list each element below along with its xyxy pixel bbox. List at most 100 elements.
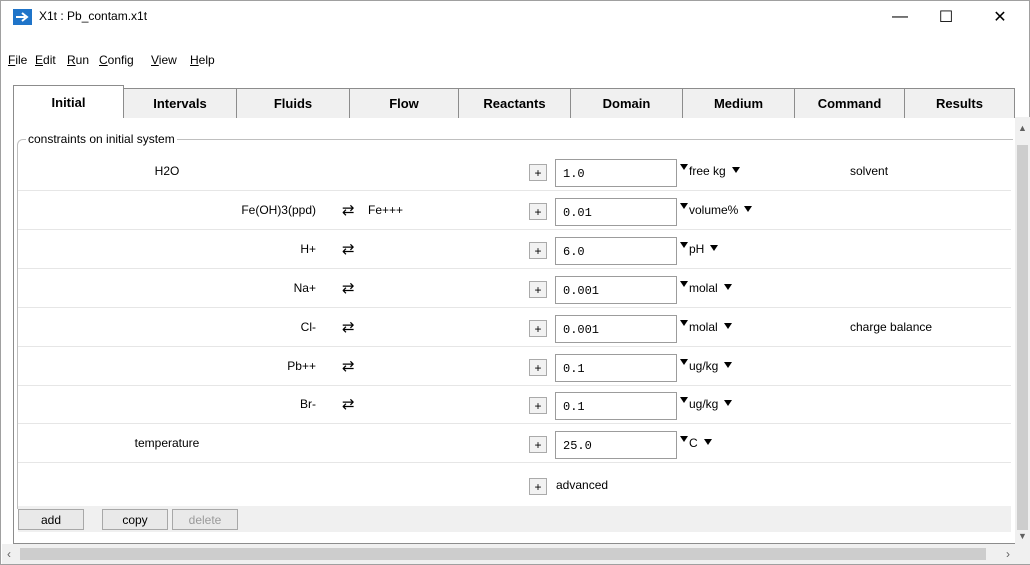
- component-name[interactable]: H+: [300, 242, 316, 256]
- scroll-right-icon[interactable]: ›: [1006, 547, 1010, 561]
- swap-icon[interactable]: ⇄: [342, 201, 355, 219]
- app-arrow-icon: [13, 9, 32, 25]
- chevron-down-icon: [723, 284, 732, 290]
- constraint-row: H+ ⇄ +6.0 pH: [18, 231, 1011, 269]
- chevron-down-icon: [710, 245, 719, 251]
- menu-item-edit[interactable]: Edit: [35, 53, 56, 67]
- swap-icon[interactable]: ⇄: [342, 318, 355, 336]
- component-name[interactable]: Na+: [294, 281, 316, 295]
- value-input[interactable]: 0.1: [555, 354, 677, 382]
- menu-item-config[interactable]: Config: [99, 53, 134, 67]
- value-input[interactable]: 0.001: [555, 276, 677, 304]
- component-name[interactable]: Fe(OH)3(ppd): [241, 203, 316, 217]
- tab-medium[interactable]: Medium: [682, 88, 795, 118]
- unit-label: molal: [689, 320, 718, 334]
- unit-dropdown[interactable]: ug/kg: [689, 397, 733, 411]
- menu-item-help[interactable]: Help: [190, 53, 215, 67]
- advanced-label: advanced: [556, 478, 609, 492]
- value-dropdown-icon[interactable]: [680, 242, 688, 248]
- component-name[interactable]: Br-: [300, 397, 316, 411]
- expand-button[interactable]: +: [529, 359, 547, 376]
- scroll-up-icon[interactable]: ▲: [1018, 123, 1027, 133]
- unit-dropdown[interactable]: ug/kg: [689, 359, 733, 373]
- unit-label: pH: [689, 242, 705, 256]
- component-name[interactable]: H2O: [18, 164, 316, 178]
- unit-dropdown[interactable]: molal: [689, 281, 732, 295]
- value-input[interactable]: 0.001: [555, 315, 677, 343]
- copy-button[interactable]: copy: [102, 509, 168, 530]
- value-dropdown-icon[interactable]: [680, 436, 688, 442]
- advanced-row: + advanced: [18, 467, 1011, 505]
- expand-button[interactable]: +: [529, 436, 547, 453]
- component-name[interactable]: temperature: [18, 436, 316, 450]
- tab-fluids[interactable]: Fluids: [236, 88, 350, 118]
- expand-button[interactable]: +: [529, 164, 547, 181]
- constraint-row: Br- ⇄ +0.1 ug/kg: [18, 386, 1011, 424]
- value-input[interactable]: 6.0: [555, 237, 677, 265]
- value-input[interactable]: 1.0: [555, 159, 677, 187]
- expand-button[interactable]: +: [529, 281, 547, 298]
- tab-flow[interactable]: Flow: [349, 88, 459, 118]
- tab-domain[interactable]: Domain: [570, 88, 683, 118]
- unit-label: volume%: [689, 203, 739, 217]
- tab-reactants[interactable]: Reactants: [458, 88, 571, 118]
- window-title: X1t : Pb_contam.x1t: [39, 9, 148, 23]
- swap-icon[interactable]: ⇄: [342, 357, 355, 375]
- scroll-left-icon[interactable]: ‹: [7, 547, 11, 561]
- chevron-down-icon: [723, 323, 732, 329]
- tab-command[interactable]: Command: [794, 88, 905, 118]
- value-input[interactable]: 0.1: [555, 392, 677, 420]
- component-name[interactable]: Cl-: [301, 320, 316, 334]
- constraint-row: H2O +1.0 free kg solvent: [18, 153, 1011, 191]
- tab-intervals[interactable]: Intervals: [123, 88, 237, 118]
- chevron-down-icon: [731, 167, 740, 173]
- expand-button[interactable]: +: [529, 397, 547, 414]
- component-name[interactable]: Pb++: [287, 359, 316, 373]
- unit-dropdown[interactable]: free kg: [689, 164, 740, 178]
- advanced-expand-button[interactable]: +: [529, 478, 547, 495]
- title-bar: X1t : Pb_contam.x1t — ☐ ✕: [1, 1, 1029, 32]
- value-dropdown-icon[interactable]: [680, 397, 688, 403]
- chevron-down-icon: [724, 362, 733, 368]
- expand-button[interactable]: +: [529, 242, 547, 259]
- swap-icon[interactable]: ⇄: [342, 279, 355, 297]
- swapped-species: Fe+++: [368, 203, 404, 217]
- value-input[interactable]: 0.01: [555, 198, 677, 226]
- value-dropdown-icon[interactable]: [680, 359, 688, 365]
- add-button[interactable]: add: [18, 509, 84, 530]
- swap-icon[interactable]: ⇄: [342, 395, 355, 413]
- unit-dropdown[interactable]: volume%: [689, 203, 753, 217]
- chevron-down-icon: [744, 206, 753, 212]
- unit-dropdown[interactable]: pH: [689, 242, 719, 256]
- value-dropdown-icon[interactable]: [680, 320, 688, 326]
- constraint-note: solvent: [850, 164, 889, 178]
- tab-results[interactable]: Results: [904, 88, 1015, 118]
- maximize-button[interactable]: ☐: [923, 1, 969, 32]
- vertical-scrollbar[interactable]: ▲ ▼: [1015, 117, 1030, 544]
- delete-button[interactable]: delete: [172, 509, 238, 530]
- unit-dropdown[interactable]: molal: [689, 320, 732, 334]
- menu-item-file[interactable]: File: [8, 53, 27, 67]
- value-dropdown-icon[interactable]: [680, 203, 688, 209]
- constraint-row: Pb++ ⇄ +0.1 ug/kg: [18, 348, 1011, 386]
- menu-bar: File Edit Run Config View Help: [1, 49, 1029, 71]
- menu-item-run[interactable]: Run: [67, 53, 89, 67]
- scroll-down-icon[interactable]: ▼: [1018, 531, 1027, 541]
- expand-button[interactable]: +: [529, 320, 547, 337]
- horizontal-scrollbar[interactable]: ‹ ›: [2, 544, 1030, 564]
- constraint-row: Fe(OH)3(ppd) ⇄ Fe+++ +0.01 volume%: [18, 192, 1011, 230]
- close-button[interactable]: ✕: [977, 1, 1023, 32]
- vertical-scroll-thumb[interactable]: [1017, 145, 1028, 530]
- swap-icon[interactable]: ⇄: [342, 240, 355, 258]
- tab-strip: Initial Intervals Fluids Flow Reactants Domai…: [13, 85, 1015, 118]
- unit-label: free kg: [689, 164, 726, 178]
- expand-button[interactable]: +: [529, 203, 547, 220]
- horizontal-scroll-thumb[interactable]: [20, 548, 986, 560]
- menu-item-view[interactable]: View: [151, 53, 177, 67]
- value-dropdown-icon[interactable]: [680, 164, 688, 170]
- unit-dropdown[interactable]: C: [689, 436, 712, 450]
- value-dropdown-icon[interactable]: [680, 281, 688, 287]
- minimize-button[interactable]: —: [877, 1, 923, 32]
- value-input[interactable]: 25.0: [555, 431, 677, 459]
- tab-initial[interactable]: Initial: [13, 85, 124, 118]
